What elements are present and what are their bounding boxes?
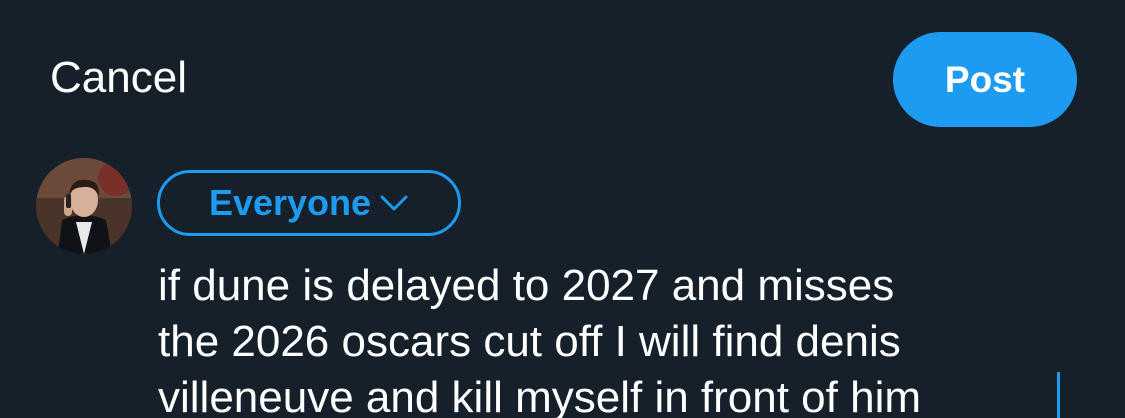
chevron-down-icon — [379, 193, 409, 213]
compose-post-screen: Cancel Post Everyone if dune is delayed … — [0, 0, 1125, 418]
audience-label: Everyone — [208, 182, 372, 223]
cancel-button[interactable]: Cancel — [50, 50, 187, 106]
audience-selector[interactable]: Everyone — [157, 170, 461, 236]
avatar-image — [36, 158, 132, 254]
post-button-label: Post — [944, 58, 1026, 100]
post-button[interactable]: Post — [893, 32, 1077, 127]
avatar[interactable] — [36, 158, 132, 254]
text-cursor — [1057, 372, 1060, 418]
post-text-input[interactable]: if dune is delayed to 2027 and misses th… — [158, 258, 1058, 418]
